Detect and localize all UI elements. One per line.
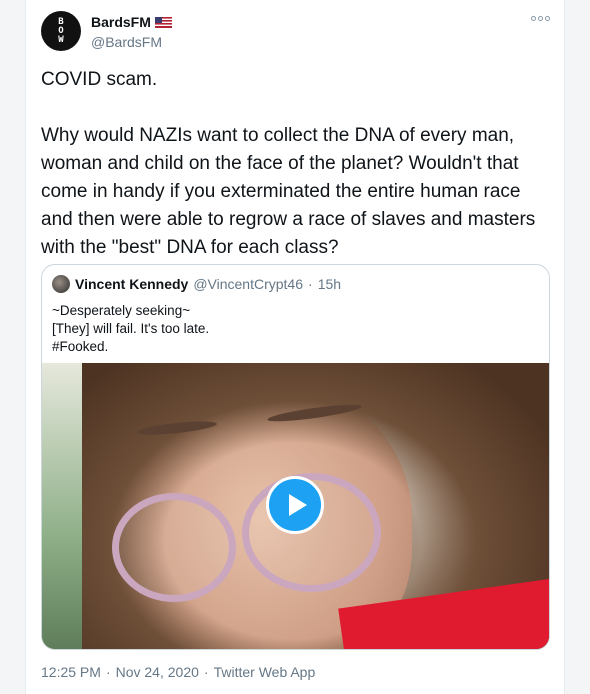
author-handle[interactable]: @BardsFM xyxy=(91,34,172,50)
author-info: BardsFM @BardsFM xyxy=(91,14,172,50)
quoted-tweet[interactable]: Vincent Kennedy @VincentCrypt46 · 15h ~D… xyxy=(41,264,550,650)
author-display-name[interactable]: BardsFM xyxy=(91,14,151,30)
quoted-avatar[interactable] xyxy=(52,275,70,293)
quoted-display-name[interactable]: Vincent Kennedy xyxy=(75,276,188,292)
tweet-time[interactable]: 12:25 PM xyxy=(41,664,101,680)
us-flag-icon xyxy=(154,16,172,28)
quoted-handle[interactable]: @VincentCrypt46 xyxy=(193,276,303,292)
author-avatar[interactable]: B O W xyxy=(41,11,81,51)
quoted-hashtag[interactable]: #Fooked. xyxy=(52,338,209,356)
play-icon xyxy=(288,494,307,516)
avatar-letter: W xyxy=(58,34,64,45)
tweet-card: B O W BardsFM @BardsFM COVID scam. Why w… xyxy=(25,0,565,694)
more-options-icon[interactable] xyxy=(531,16,550,21)
quoted-text: ~Desperately seeking~ [They] will fail. … xyxy=(52,302,209,356)
separator-dot: · xyxy=(308,276,313,292)
separator-dot: · xyxy=(105,664,111,680)
tweet-date[interactable]: Nov 24, 2020 xyxy=(116,664,199,680)
play-button[interactable] xyxy=(266,476,324,534)
quoted-text-line: ~Desperately seeking~ xyxy=(52,303,191,318)
video-glasses xyxy=(112,493,236,602)
tweet-footer: 12:25 PM · Nov 24, 2020 · Twitter Web Ap… xyxy=(41,664,315,680)
separator-dot: · xyxy=(203,664,209,680)
quoted-timestamp[interactable]: 15h xyxy=(318,276,341,292)
tweet-source-app[interactable]: Twitter Web App xyxy=(214,664,316,680)
video-thumbnail[interactable] xyxy=(42,363,549,649)
tweet-text: COVID scam. Why would NAZIs want to coll… xyxy=(41,69,536,258)
quoted-text-line: [They] will fail. It's too late. xyxy=(52,321,210,336)
quoted-tweet-header: Vincent Kennedy @VincentCrypt46 · 15h xyxy=(52,275,341,293)
